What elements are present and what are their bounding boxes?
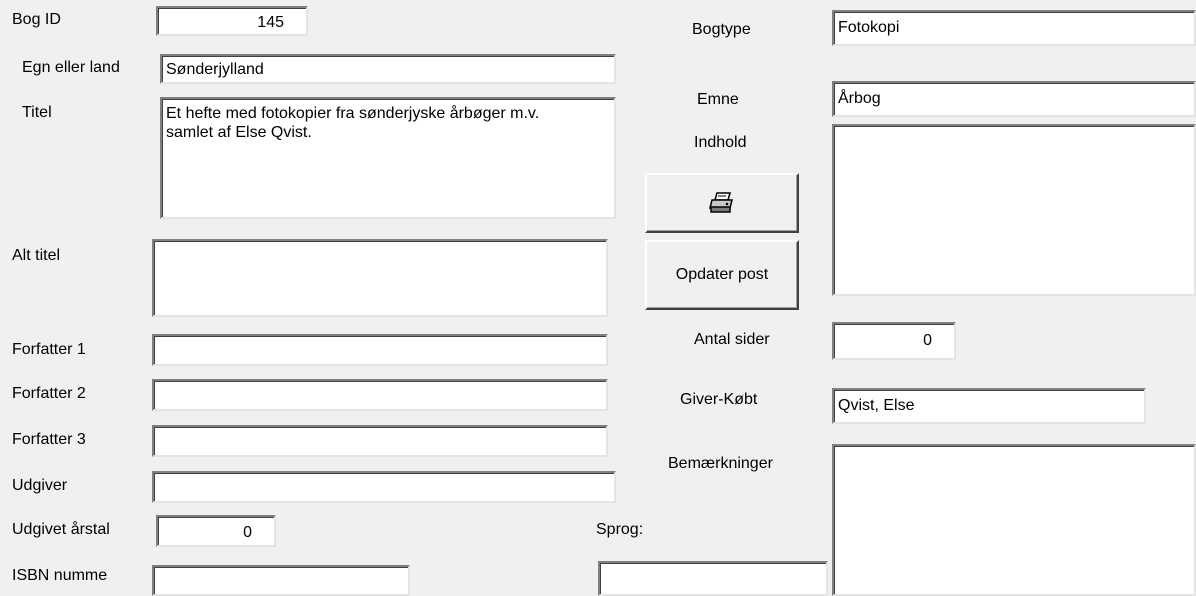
- emne-field[interactable]: Årbog: [832, 81, 1196, 117]
- giver-koebt-field[interactable]: Qvist, Else: [832, 388, 1146, 424]
- label-udgiver: Udgiver: [12, 477, 68, 494]
- label-sprog: Sprog:: [596, 521, 644, 538]
- label-egn-eller-land: Egn eller land: [22, 59, 120, 76]
- udgiver-field[interactable]: [152, 471, 616, 503]
- forfatter-2-field[interactable]: [152, 379, 608, 411]
- isbn-field[interactable]: [152, 565, 410, 596]
- label-forfatter-2: Forfatter 2: [12, 385, 86, 402]
- indhold-field[interactable]: [832, 124, 1196, 296]
- label-alt-titel: Alt titel: [12, 247, 61, 264]
- antal-sider-field[interactable]: 0: [832, 322, 956, 360]
- udgivet-aarstal-field[interactable]: 0: [156, 515, 276, 547]
- label-bog-id: Bog ID: [12, 11, 61, 28]
- printer-icon: [709, 192, 735, 214]
- egn-eller-land-field[interactable]: Sønderjylland: [160, 54, 616, 84]
- label-forfatter-3: Forfatter 3: [12, 431, 86, 448]
- label-isbn: ISBN numme: [12, 567, 108, 584]
- label-bemaerkninger: Bemærkninger: [668, 455, 773, 472]
- bogtype-field[interactable]: Fotokopi: [832, 10, 1196, 46]
- label-udgivet-aarstal: Udgivet årstal: [12, 521, 110, 538]
- label-indhold: Indhold: [694, 134, 747, 151]
- forfatter-3-field[interactable]: [152, 425, 608, 457]
- label-forfatter-1: Forfatter 1: [12, 341, 86, 358]
- print-button[interactable]: [645, 173, 799, 233]
- label-titel: Titel: [22, 104, 52, 121]
- forfatter-1-field[interactable]: [152, 334, 608, 366]
- label-giver-koebt: Giver-Købt: [680, 391, 758, 408]
- alt-titel-field[interactable]: [152, 239, 608, 317]
- label-emne: Emne: [697, 91, 739, 108]
- label-bogtype: Bogtype: [692, 21, 751, 38]
- label-antal-sider: Antal sider: [694, 331, 770, 348]
- opdater-post-button[interactable]: Opdater post: [645, 240, 799, 310]
- titel-field[interactable]: Et hefte med fotokopier fra sønderjyske …: [160, 97, 616, 219]
- bemaerkninger-field[interactable]: [832, 444, 1196, 596]
- sprog-field[interactable]: [598, 561, 828, 596]
- bog-id-field[interactable]: 145: [156, 6, 308, 36]
